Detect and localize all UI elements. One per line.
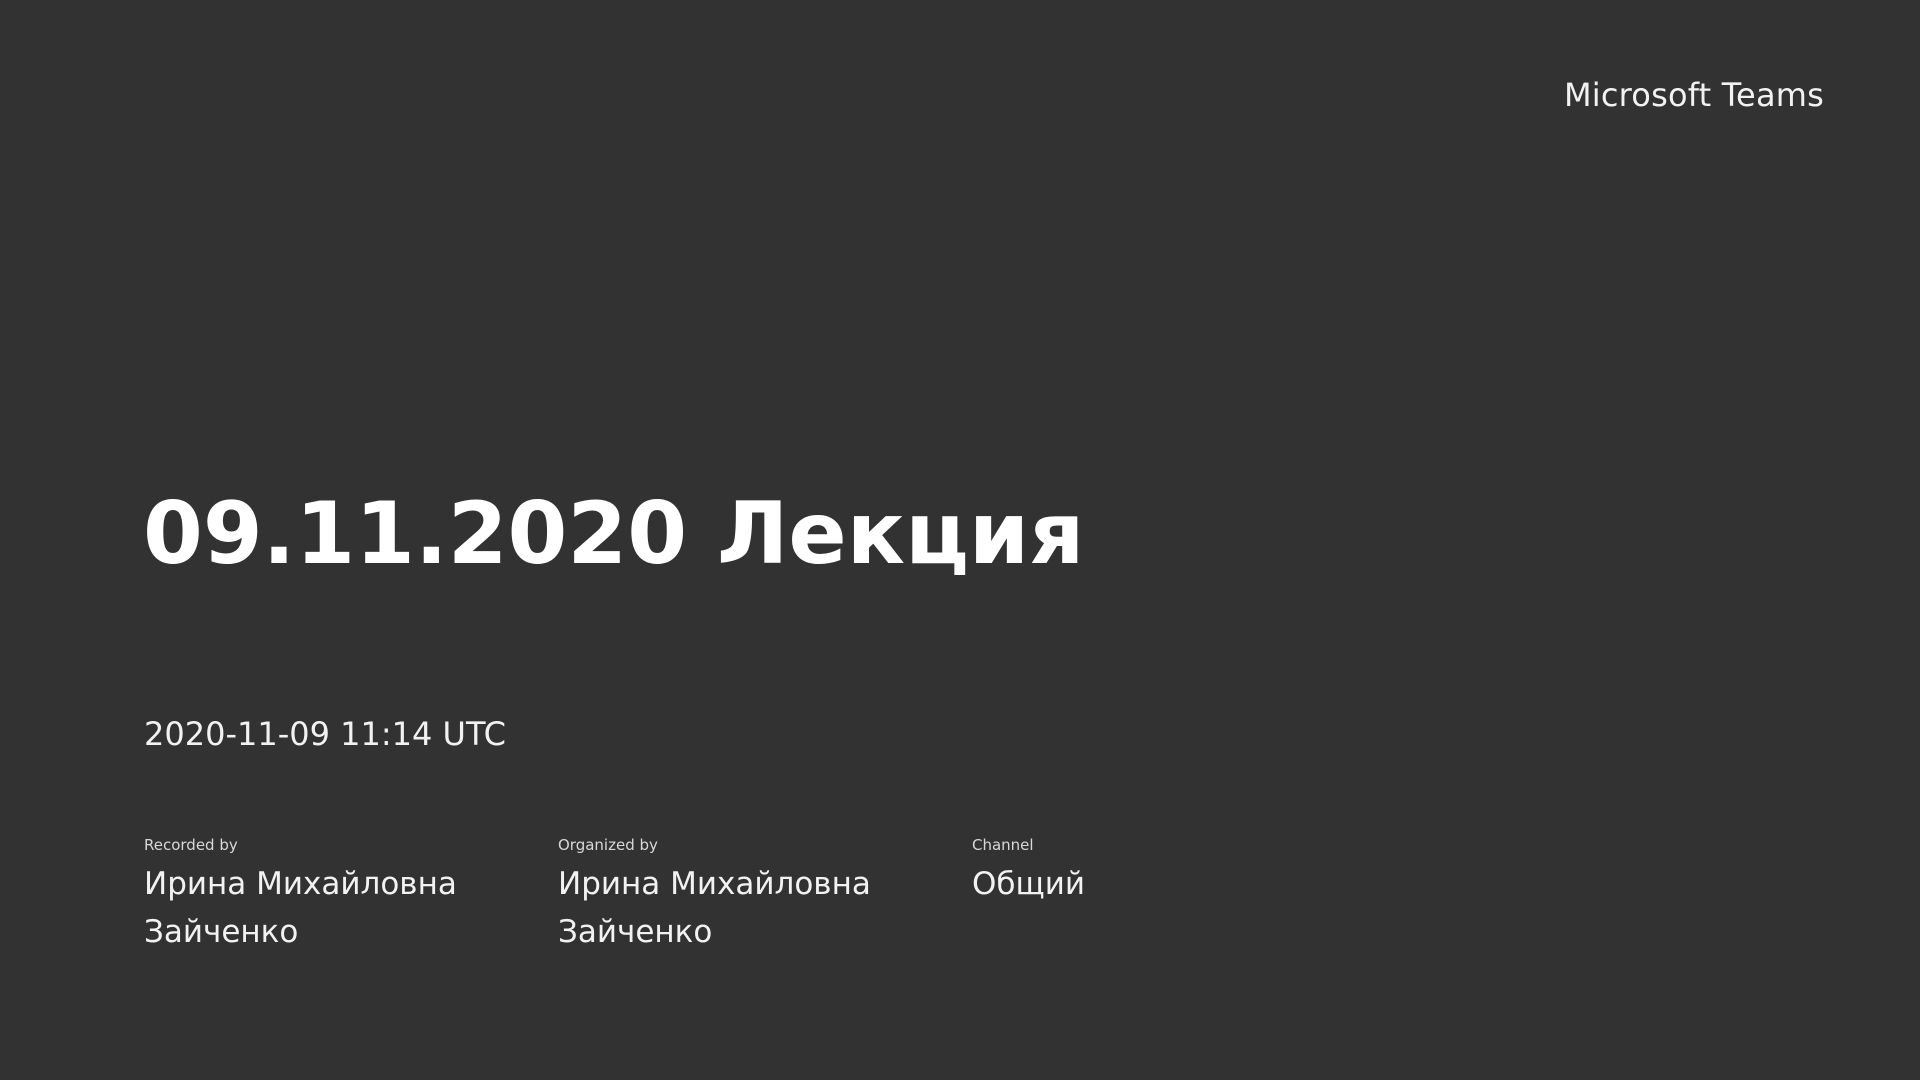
recorded-by-value: Ирина Михайловна Зайченко xyxy=(144,866,457,950)
page-title: 09.11.2020 Лекция xyxy=(143,484,1085,584)
recorded-by-label: Recorded by xyxy=(144,836,238,854)
recorded-by-section: Recorded by Ирина Михайловна Зайченко xyxy=(144,836,558,956)
recording-title-card: Microsoft Teams 09.11.2020 Лекция 2020-1… xyxy=(0,0,1920,1080)
organized-by-section: Organized by Ирина Михайловна Зайченко xyxy=(558,836,972,956)
brand-label: Microsoft Teams xyxy=(1563,76,1824,114)
organized-by-value: Ирина Михайловна Зайченко xyxy=(558,866,871,950)
recording-timestamp: 2020-11-09 11:14 UTC xyxy=(144,715,506,753)
recording-meta: Recorded by Ирина Михайловна Зайченко Or… xyxy=(144,836,1272,956)
channel-value: Общий xyxy=(972,866,1086,902)
channel-label: Channel xyxy=(972,836,1034,854)
channel-section: Channel Общий xyxy=(972,836,1272,956)
organized-by-label: Organized by xyxy=(558,836,658,854)
